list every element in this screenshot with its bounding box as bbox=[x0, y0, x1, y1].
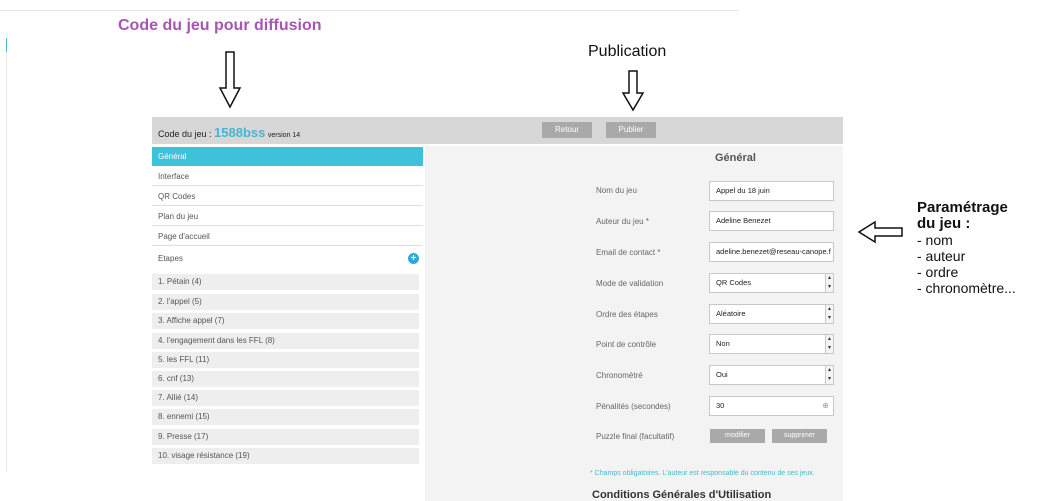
game-code-value: 1588bss bbox=[214, 125, 266, 140]
top-divider bbox=[0, 10, 738, 11]
mode-label: Mode de validation bbox=[596, 279, 664, 288]
game-version: version 14 bbox=[267, 132, 301, 139]
auteur-label: Auteur du jeu * bbox=[596, 217, 649, 226]
left-divider bbox=[6, 52, 7, 472]
annotation-item: - ordre bbox=[917, 264, 959, 280]
select-arrow-icon: ▴ ▾ bbox=[825, 366, 833, 384]
email-label: Email de contact * bbox=[596, 248, 661, 257]
add-step-icon[interactable]: + bbox=[408, 253, 419, 264]
mode-select-value: QR Codes bbox=[716, 278, 752, 287]
modifier-button[interactable]: modifier bbox=[710, 429, 765, 443]
nom-label: Nom du jeu bbox=[596, 186, 637, 195]
annotation-parametrage: Paramétrage du jeu : - nom - auteur - or… bbox=[917, 199, 1016, 297]
panel-title: Général bbox=[715, 152, 756, 164]
supprimer-button[interactable]: supprimer bbox=[772, 429, 827, 443]
penalites-input[interactable]: 30 ⊕ bbox=[709, 396, 834, 416]
select-arrow-icon: ▴ ▾ bbox=[825, 274, 833, 292]
select-arrow-icon: ▴ ▾ bbox=[825, 305, 833, 323]
controle-select-value: Non bbox=[716, 339, 730, 348]
step-item[interactable]: 1. Pétain (4) bbox=[152, 274, 419, 290]
annotation-parametrage-title-2: du jeu : bbox=[917, 215, 971, 232]
step-item[interactable]: 7. Allié (14) bbox=[152, 390, 419, 406]
required-fields-note: * Champs obligatoires. L'auteur est resp… bbox=[590, 470, 815, 477]
sidebar-item-general[interactable]: Général bbox=[152, 147, 423, 166]
down-arrow-icon bbox=[218, 51, 242, 109]
annotation-publication: Publication bbox=[588, 43, 667, 60]
sidebar-item-plan[interactable]: Plan du jeu bbox=[152, 207, 423, 226]
controle-label: Point de contrôle bbox=[596, 340, 657, 349]
down-arrow-icon bbox=[621, 70, 645, 112]
sidebar-item-interface[interactable]: Interface bbox=[152, 167, 423, 186]
step-item[interactable]: 4. l'engagement dans les FFL (8) bbox=[152, 333, 419, 349]
annotation-parametrage-title-1: Paramétrage bbox=[917, 199, 1008, 216]
mode-select[interactable]: QR Codes ▴ ▾ bbox=[709, 273, 834, 293]
game-code: Code du jeu : 1588bss version 14 bbox=[158, 125, 300, 140]
sidebar-item-etapes[interactable]: Etapes bbox=[152, 249, 423, 268]
spinner-icon[interactable]: ⊕ bbox=[822, 397, 829, 415]
ordre-select-value: Aléatoire bbox=[716, 309, 746, 318]
sidebar-item-qr-codes[interactable]: QR Codes bbox=[152, 187, 423, 206]
left-arrow-icon bbox=[857, 220, 903, 244]
left-accent-mark bbox=[6, 38, 7, 52]
game-code-label: Code du jeu : bbox=[158, 129, 215, 139]
ordre-label: Ordre des étapes bbox=[596, 310, 658, 319]
chrono-select[interactable]: Oui ▴ ▾ bbox=[709, 365, 834, 385]
step-item[interactable]: 5. les FFL (11) bbox=[152, 352, 419, 368]
select-arrow-icon: ▴ ▾ bbox=[825, 335, 833, 353]
auteur-input[interactable]: Adeline Benezet bbox=[709, 211, 834, 231]
nom-input[interactable]: Appel du 18 juin bbox=[709, 181, 834, 201]
puzzle-label: Puzzle final (facultatif) bbox=[596, 432, 675, 441]
step-item[interactable]: 10. visage résistance (19) bbox=[152, 448, 419, 464]
ordre-select[interactable]: Aléatoire ▴ ▾ bbox=[709, 304, 834, 324]
penalites-value: 30 bbox=[716, 401, 725, 410]
step-item[interactable]: 3. Affiche appel (7) bbox=[152, 313, 419, 329]
step-item[interactable]: 8. ennemi (15) bbox=[152, 409, 419, 425]
step-item[interactable]: 9. Presse (17) bbox=[152, 429, 419, 445]
chrono-select-value: Oui bbox=[716, 370, 728, 379]
step-item[interactable]: 6. cnf (13) bbox=[152, 371, 419, 387]
controle-select[interactable]: Non ▴ ▾ bbox=[709, 334, 834, 354]
penalites-label: Pénalités (secondes) bbox=[596, 402, 671, 411]
sidebar-item-accueil[interactable]: Page d'accueil bbox=[152, 227, 423, 246]
publier-button[interactable]: Publier bbox=[606, 122, 656, 138]
step-item[interactable]: 2. l'appel (5) bbox=[152, 294, 419, 310]
annotation-code-title: Code du jeu pour diffusion bbox=[118, 17, 322, 34]
annotation-item: - chronomètre... bbox=[917, 280, 1016, 296]
annotation-item: - nom bbox=[917, 232, 953, 248]
chrono-label: Chronométré bbox=[596, 371, 643, 380]
retour-button[interactable]: Retour bbox=[542, 122, 592, 138]
annotation-item: - auteur bbox=[917, 248, 966, 264]
cgu-title: Conditions Générales d'Utilisation bbox=[592, 489, 772, 501]
email-input[interactable]: adeline.benezet@reseau-canope.f bbox=[709, 242, 834, 262]
